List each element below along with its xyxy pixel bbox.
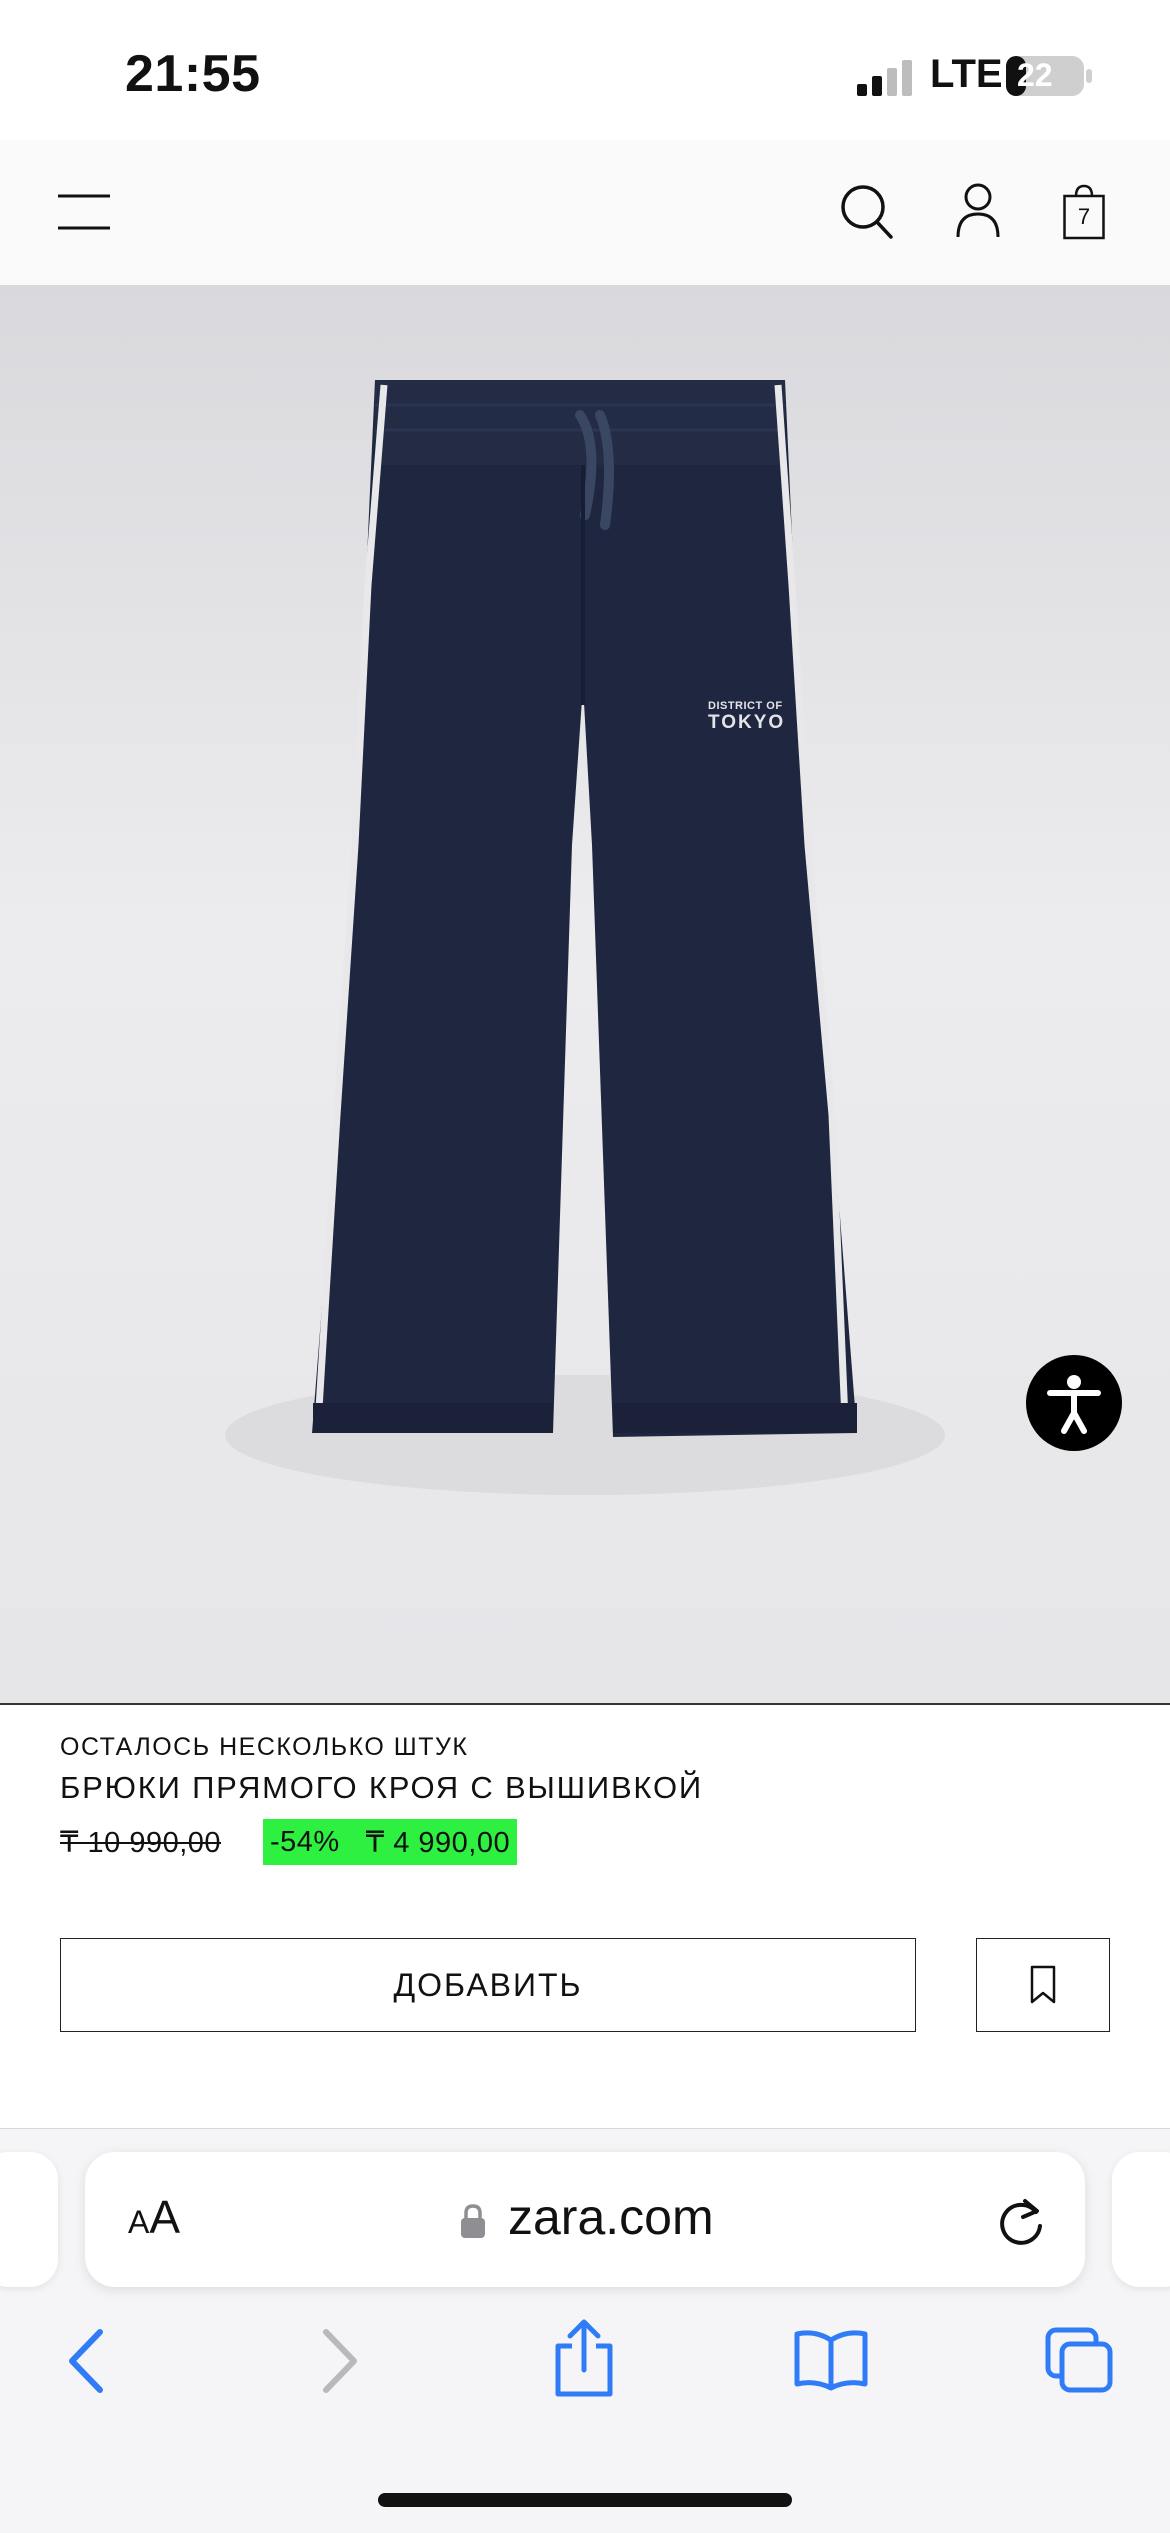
previous-tab-preview[interactable] <box>0 2152 58 2287</box>
tabs-icon[interactable] <box>1044 2326 1114 2394</box>
bookmarks-icon[interactable] <box>793 2328 869 2392</box>
bookmark-icon <box>1030 1965 1056 2004</box>
text-size-button[interactable]: AA <box>128 2190 180 2244</box>
shopping-bag-icon[interactable]: 7 <box>1063 184 1105 240</box>
reload-icon[interactable] <box>992 2192 1050 2250</box>
product-info-panel <box>0 1703 1170 2130</box>
lock-icon <box>461 2204 485 2238</box>
wishlist-button[interactable] <box>976 1938 1110 2032</box>
home-indicator[interactable] <box>378 2493 792 2507</box>
old-price: ₸ 10 990,00 <box>60 1827 222 1859</box>
menu-icon[interactable] <box>58 192 110 232</box>
share-icon[interactable] <box>552 2318 616 2398</box>
site-header: 7 <box>0 140 1170 285</box>
battery-level: 22 <box>1017 57 1053 93</box>
accessibility-icon <box>1047 1375 1101 1434</box>
search-icon[interactable] <box>840 184 894 240</box>
status-time: 21:55 <box>125 45 261 103</box>
back-icon[interactable] <box>64 2328 108 2394</box>
add-to-cart-button[interactable]: ДОБАВИТЬ <box>60 1938 916 2032</box>
account-icon[interactable] <box>955 182 1001 238</box>
text-size-small-a: A <box>128 2204 150 2240</box>
new-price: ₸ 4 990,00 <box>365 1826 511 1859</box>
sale-price-badge: -54% ₸ 4 990,00 <box>263 1819 518 1865</box>
stock-label: ОСТАЛОСЬ НЕСКОЛЬКО ШТУК <box>60 1733 469 1761</box>
battery-icon: 22 <box>1005 55 1095 97</box>
text-size-large-a: A <box>149 2191 181 2243</box>
discount-percent: -54% <box>270 1825 340 1858</box>
next-tab-preview[interactable] <box>1112 2152 1170 2287</box>
accessibility-button[interactable] <box>1026 1355 1122 1451</box>
print-text-line2: TOKYO <box>708 712 786 733</box>
network-type: LTE <box>930 52 1003 96</box>
forward-icon[interactable] <box>318 2328 362 2394</box>
cellular-signal-icon <box>857 60 912 96</box>
cart-count: 7 <box>1077 204 1091 229</box>
product-name: БРЮКИ ПРЯМОГО КРОЯ С ВЫШИВКОЙ <box>60 1770 703 1805</box>
product-image[interactable]: DISTRICT OF TOKYO <box>0 285 1170 1703</box>
print-text-line1: DISTRICT OF <box>708 700 783 712</box>
url-text[interactable]: zara.com <box>508 2188 714 2246</box>
